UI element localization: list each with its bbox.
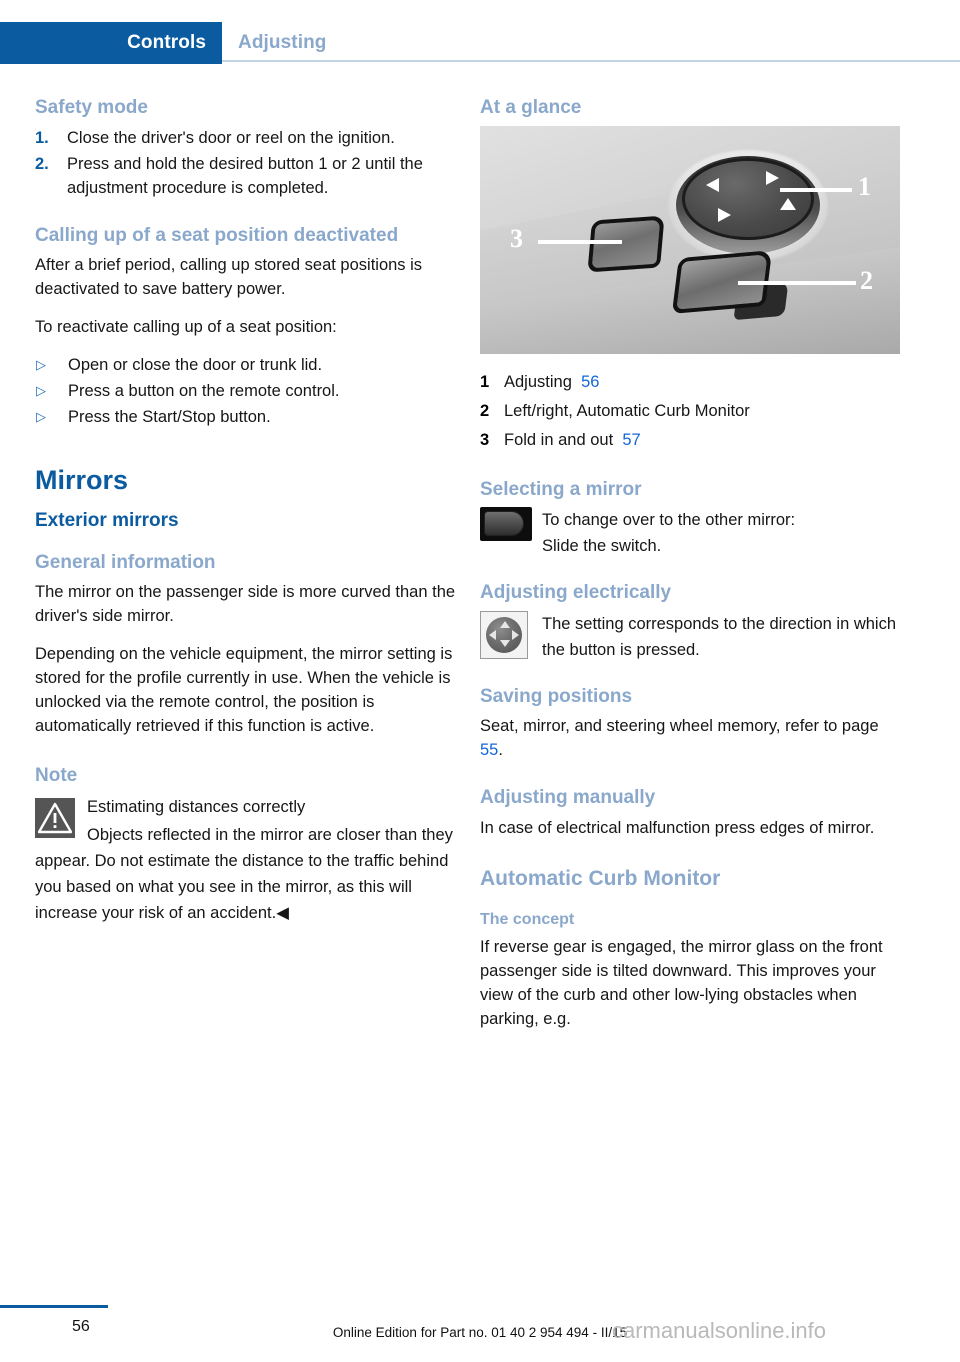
callout-label-3: 3: [510, 223, 523, 253]
calling-up-paragraph-1: After a brief period, calling up stored …: [35, 256, 423, 299]
icon-cell: [480, 610, 542, 663]
arrow-bullet-icon: ▷: [36, 357, 46, 373]
heading-general-information: General information: [35, 551, 216, 573]
page-reference[interactable]: 56: [581, 373, 599, 391]
legend-number: 2: [480, 401, 490, 420]
photo-arrow-upper-left-icon: [706, 177, 719, 192]
adjusting-electrically-text: The setting corresponds to the direction…: [542, 614, 897, 659]
header-tab-bar: Controls Adjusting: [0, 22, 960, 64]
heading-at-a-glance: At a glance: [480, 97, 582, 118]
legend-number: 3: [480, 430, 490, 449]
photo-arrow-lower-right-icon: [780, 197, 796, 210]
list-item: 3 Fold in and out 57: [480, 428, 902, 452]
list-marker: 2.: [35, 154, 49, 173]
heading-calling-up: Calling up of a seat position deactivate…: [35, 224, 399, 246]
list-item: 1 Adjusting 56: [480, 370, 902, 394]
calling-up-paragraph-2: To reactivate calling up of a seat posit…: [35, 318, 337, 337]
page-header: Controls Adjusting: [0, 22, 960, 64]
adjusting-electrically-block: The setting corresponds to the direction…: [480, 610, 902, 663]
note-block: Estimating distances correctly Objects r…: [35, 794, 457, 926]
general-paragraph-2: Depending on the vehicle equipment, the …: [35, 645, 453, 736]
safety-mode-steps: 1. Close the driver's door or reel on th…: [35, 126, 457, 200]
list-item-text: Press a button on the remote control.: [68, 382, 340, 401]
list-item-text: Press the Start/Stop button.: [68, 408, 271, 427]
selecting-mirror-block: To change over to the other mirror: Slid…: [480, 507, 902, 559]
note-body: Objects reflected in the mirror are clos…: [35, 826, 453, 923]
list-item-text: Close the driver's door or reel on the i…: [67, 128, 395, 147]
warning-triangle-icon: [35, 798, 75, 839]
adjusting-manually-text: In case of electrical malfunction press …: [480, 818, 875, 837]
legend-number: 1: [480, 372, 490, 391]
four-way-arrow-down-icon: [500, 639, 510, 647]
legend-text: Adjusting 56: [504, 370, 902, 394]
legend-label: Fold in and out: [504, 430, 614, 449]
icon-cell: [480, 507, 542, 559]
saving-positions-text-after: .: [498, 741, 503, 760]
site-watermark: carmanualsonline.info: [612, 1318, 827, 1343]
list-item: ▷ Press a button on the remote control.: [35, 379, 457, 403]
heading-exterior-mirrors: Exterior mirrors: [35, 510, 179, 532]
heading-note: Note: [35, 765, 78, 787]
heading-adjusting-electrically: Adjusting electrically: [480, 582, 672, 604]
reactivate-bullets: ▷ Open or close the door or trunk lid. ▷…: [35, 353, 457, 429]
selecting-mirror-text: To change over to the other mirror: Slid…: [542, 507, 902, 559]
heading-saving-positions: Saving positions: [480, 685, 633, 707]
four-way-arrow-up-icon: [500, 620, 510, 628]
photo-arrow-upper-right-icon: [766, 170, 779, 185]
list-item: 2 Left/right, Automatic Curb Monitor: [480, 399, 902, 423]
tab-adjusting[interactable]: Adjusting: [238, 22, 327, 64]
note-title: Estimating distances correctly: [87, 798, 306, 817]
legend-text: Fold in and out 57: [504, 428, 902, 452]
four-way-button-icon: [480, 610, 528, 659]
page-title-mirrors: Mirrors: [35, 465, 129, 496]
saving-positions-text-before: Seat, mirror, and steering wheel memory,…: [480, 717, 879, 736]
heading-safety-mode: Safety mode: [35, 97, 148, 118]
list-item: ▷ Press the Start/Stop button.: [35, 405, 457, 429]
legend-label: Left/right, Automatic Curb Monitor: [504, 401, 750, 420]
mirror-control-panel-photo: 1 2 3: [480, 125, 900, 354]
legend-label: Adjusting: [504, 372, 572, 391]
page-reference[interactable]: 57: [622, 431, 640, 449]
heading-automatic-curb-monitor: Automatic Curb Monitor: [480, 866, 721, 890]
arrow-bullet-icon: ▷: [36, 383, 46, 399]
header-divider: [222, 60, 960, 62]
automatic-curb-monitor-text: If reverse gear is engaged, the mirror g…: [480, 937, 883, 1028]
tab-controls[interactable]: Controls: [0, 22, 222, 64]
arrow-bullet-icon: ▷: [36, 409, 46, 425]
figure-legend: 1 Adjusting 56 2 Left/right, Automatic C…: [480, 370, 902, 452]
rocker-switch-icon: [480, 507, 532, 542]
callout-leader-3: [538, 239, 622, 244]
footer-divider: [0, 1305, 108, 1308]
list-item-text: Open or close the door or trunk lid.: [68, 356, 323, 375]
legend-text: Left/right, Automatic Curb Monitor: [504, 399, 902, 423]
page-reference[interactable]: 55: [480, 741, 498, 759]
list-marker: 1.: [35, 128, 49, 147]
right-column: At a glance 1 2 3 1 Adjusting 56 2 Left/…: [480, 96, 902, 1045]
callout-label-2: 2: [860, 265, 873, 295]
list-item: ▷ Open or close the door or trunk lid.: [35, 353, 457, 377]
general-paragraph-1: The mirror on the passenger side is more…: [35, 583, 456, 626]
heading-adjusting-manually: Adjusting manually: [480, 787, 656, 809]
four-way-arrow-right-icon: [512, 629, 519, 640]
heading-the-concept: The concept: [480, 910, 575, 928]
left-column: Safety mode 1. Close the driver's door o…: [35, 96, 457, 926]
callout-leader-1: [780, 187, 852, 192]
four-way-arrow-left-icon: [489, 629, 496, 640]
selecting-mirror-line-1: To change over to the other mirror:: [542, 511, 796, 530]
list-item: 2. Press and hold the desired button 1 o…: [35, 152, 457, 200]
list-item-text: Press and hold the desired button 1 or 2…: [67, 154, 423, 197]
callout-label-1: 1: [858, 171, 871, 201]
callout-leader-2: [738, 280, 856, 285]
heading-selecting-a-mirror: Selecting a mirror: [480, 478, 642, 500]
list-item: 1. Close the driver's door or reel on th…: [35, 126, 457, 150]
selecting-mirror-line-2: Slide the switch.: [542, 537, 662, 556]
saving-positions-text: Seat, mirror, and steering wheel memory,…: [480, 714, 902, 762]
photo-arrow-lower-left-icon: [718, 207, 731, 222]
